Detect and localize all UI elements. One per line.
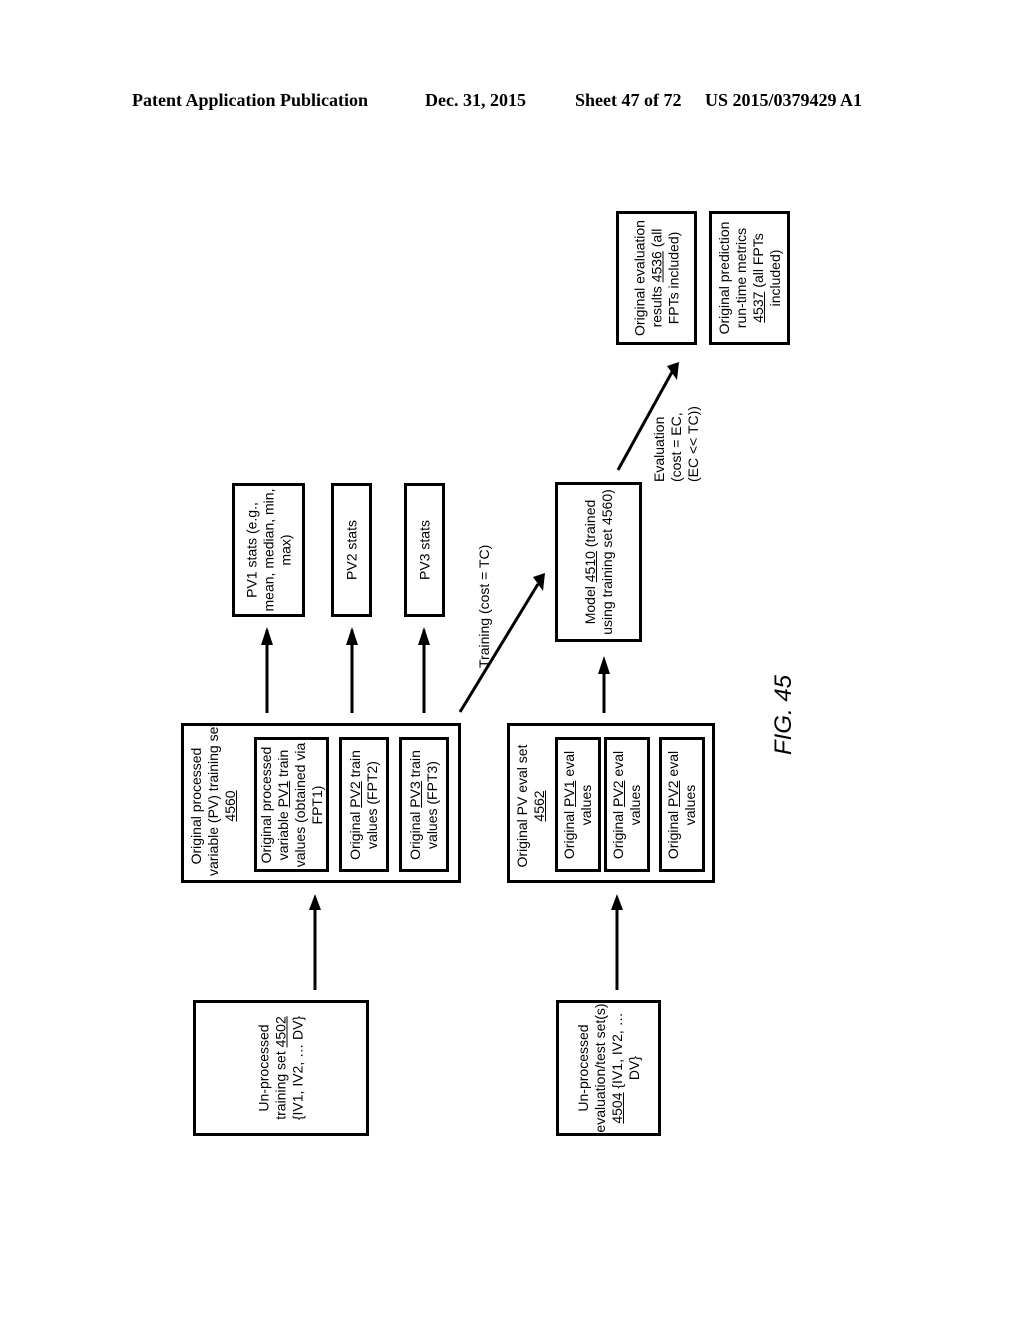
box-text: 4562 bbox=[531, 736, 548, 876]
box-text: {IV1, IV2, … DV} bbox=[289, 1015, 306, 1121]
pv2-stats-box: PV2 stats bbox=[331, 483, 372, 617]
pv1-stats-box: PV1 stats (e.g., mean, median, min, max) bbox=[232, 483, 305, 617]
page-header: Patent Application Publication Dec. 31, … bbox=[0, 90, 1024, 114]
pv2-train-values-box: Original PV2 train values (FPT2) bbox=[339, 737, 389, 872]
pv1-train-values-box: Original processed variable PV1 train va… bbox=[254, 737, 329, 872]
box-text: DV} bbox=[625, 1055, 642, 1081]
runtime-metrics-box: Original prediction run-time metrics 453… bbox=[709, 211, 790, 345]
arrowhead-eval-to-pv bbox=[611, 894, 623, 910]
box-text: values (obtained via bbox=[291, 742, 308, 867]
box-text: values bbox=[627, 784, 643, 825]
figure-label: FIG. 45 bbox=[770, 674, 797, 755]
box-text: included) bbox=[766, 249, 783, 307]
box-text: Model 4510 (trained bbox=[581, 499, 598, 625]
box-text: Original PV1 eval bbox=[561, 750, 577, 859]
box-text: Original prediction bbox=[715, 221, 732, 335]
publication-date: Dec. 31, 2015 bbox=[425, 90, 526, 110]
arrowhead-pv3-to-stats bbox=[418, 627, 430, 645]
box-text: Original PV eval set bbox=[514, 744, 530, 868]
box-text: Un-processed bbox=[574, 1024, 591, 1112]
box-text: max) bbox=[277, 534, 293, 566]
arrowhead-model-to-results bbox=[667, 362, 679, 380]
box-text: Original processed bbox=[188, 747, 204, 865]
arrowhead-pv2-to-stats bbox=[346, 627, 358, 645]
arrow-training-to-model bbox=[458, 583, 540, 713]
box-text: variable PV1 train bbox=[274, 749, 291, 860]
sheet-number: Sheet 47 of 72 bbox=[575, 90, 682, 110]
model-box: Model 4510 (trained using training set 4… bbox=[555, 482, 642, 642]
box-text: FPTs included) bbox=[665, 231, 681, 325]
pv1-eval-values-box: Original PV1 eval values bbox=[555, 737, 601, 872]
pv3-stats-box: PV3 stats bbox=[404, 483, 445, 617]
reference-number: 4537 bbox=[749, 291, 766, 323]
reference-number: 4504 bbox=[608, 1092, 625, 1124]
box-text: run-time metrics bbox=[732, 227, 749, 329]
arrowhead-training-to-pv bbox=[309, 894, 321, 910]
evaluation-arrow-label: Evaluation (cost = EC, (EC << TC)) bbox=[651, 406, 701, 482]
training-arrow-label: Training (cost = TC) bbox=[476, 544, 492, 668]
box-text: training set 4502 bbox=[272, 1016, 289, 1120]
pv3-train-values-box: Original PV3 train values (FPT3) bbox=[399, 737, 449, 872]
arrowhead-evalset-to-model bbox=[598, 656, 610, 674]
box-text: values bbox=[578, 784, 594, 825]
box-text: Original evaluation bbox=[631, 220, 647, 336]
box-text: using training set 4560) bbox=[598, 489, 615, 635]
box-text: mean, median, min, bbox=[260, 488, 276, 612]
diagram-arrows bbox=[261, 362, 679, 990]
arrowhead-training-to-model bbox=[533, 573, 545, 591]
reference-number: 4510 bbox=[581, 551, 598, 583]
box-text: PV1 stats (e.g., bbox=[243, 502, 259, 598]
patent-number: US 2015/0379429 A1 bbox=[705, 90, 863, 110]
box-text: Un-processed bbox=[255, 1024, 272, 1112]
evaluation-results-box: Original evaluation results 4536 (all FP… bbox=[616, 211, 697, 345]
box-text: PV2 stats bbox=[343, 520, 359, 580]
box-text: Original PV3 train bbox=[407, 749, 423, 860]
pv2-eval-values-box: Original PV2 eval values bbox=[604, 737, 650, 872]
box-text: Original PV2 eval bbox=[665, 750, 681, 859]
reference-number: 4562 bbox=[531, 790, 547, 822]
box-text: values (FPT3) bbox=[424, 760, 440, 849]
unprocessed-eval-set-box: Un-processed evaluation/test set(s) 4504… bbox=[556, 1000, 661, 1136]
box-text: 4537 (all FPTs bbox=[749, 233, 766, 323]
box-text: PV3 stats bbox=[416, 520, 432, 580]
reference-number: 4536 bbox=[648, 251, 664, 283]
pv2b-eval-values-box: Original PV2 eval values bbox=[659, 737, 705, 872]
reference-number: 4560 bbox=[222, 790, 238, 822]
box-text: Original PV2 eval bbox=[610, 750, 626, 859]
box-text: values bbox=[682, 784, 698, 825]
box-text: Original processed bbox=[257, 746, 274, 863]
arrowhead-pv1-to-stats bbox=[261, 627, 273, 645]
reference-number: 4502 bbox=[272, 1016, 289, 1048]
box-text: evaluation/test set(s) bbox=[591, 1003, 608, 1133]
box-text: variable (PV) training set bbox=[205, 722, 221, 876]
box-text: FPT1) bbox=[308, 785, 325, 824]
unprocessed-training-set-box: Un-processed training set 4502 {IV1, IV2… bbox=[193, 1000, 369, 1136]
box-text: Original PV2 train bbox=[347, 749, 363, 860]
box-text: 4504 {IV1, IV2, … bbox=[608, 1012, 625, 1124]
box-text: results 4536 (all bbox=[648, 228, 664, 328]
box-text: 4560 bbox=[222, 736, 239, 876]
publication-label: Patent Application Publication bbox=[132, 90, 369, 110]
box-text: values (FPT2) bbox=[364, 760, 380, 849]
